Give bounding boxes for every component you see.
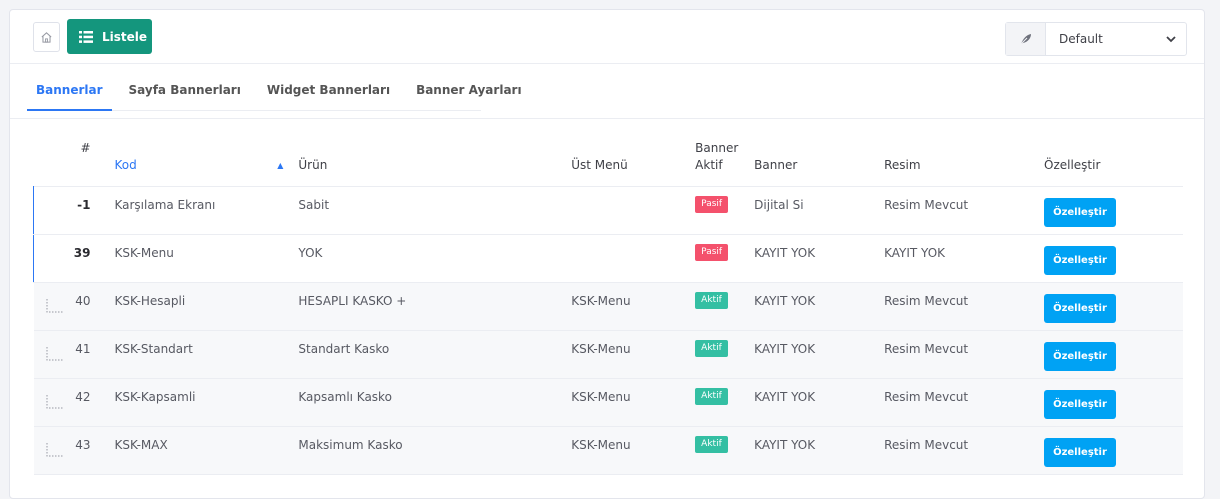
header-id[interactable]: # bbox=[71, 140, 114, 187]
header-resim[interactable]: Resim bbox=[884, 140, 1044, 187]
row-urun: YOK bbox=[298, 234, 572, 283]
row-ust-menu: KSK-Menu bbox=[571, 330, 696, 379]
customize-button[interactable]: Özelleştir bbox=[1044, 294, 1116, 323]
row-resim: Resim Mevcut bbox=[884, 378, 1044, 427]
header-banner-aktif-line1: Banner bbox=[695, 141, 739, 155]
row-banner: Dijital Si bbox=[754, 186, 885, 235]
tree-cell bbox=[33, 186, 72, 235]
row-kod: Karşılama Ekranı bbox=[114, 186, 299, 235]
row-banner: KAYIT YOK bbox=[754, 426, 885, 475]
tree-cell bbox=[33, 330, 72, 379]
table-row[interactable]: 39 KSK-Menu YOK Pasif KAYIT YOK KAYIT YO… bbox=[33, 234, 1183, 283]
customize-button[interactable]: Özelleştir bbox=[1044, 198, 1116, 227]
row-id: 40 bbox=[71, 282, 115, 331]
row-ust-menu: KSK-Menu bbox=[571, 282, 696, 331]
row-id: 39 bbox=[71, 234, 115, 283]
row-banner: KAYIT YOK bbox=[754, 282, 885, 331]
tree-branch-icon bbox=[46, 443, 63, 457]
row-id: 43 bbox=[71, 426, 115, 475]
tab-sayfa-bannerlari[interactable]: Sayfa Bannerları bbox=[120, 70, 250, 111]
header-banner[interactable]: Banner bbox=[754, 140, 884, 187]
list-button-label: Listele bbox=[102, 29, 148, 44]
header-tree bbox=[34, 140, 72, 187]
home-button[interactable] bbox=[33, 22, 60, 52]
list-icon bbox=[79, 30, 93, 43]
status-badge: Aktif bbox=[695, 388, 728, 405]
tab-banner-ayarlari[interactable]: Banner Ayarları bbox=[407, 70, 531, 111]
row-kod: KSK-Kapsamli bbox=[114, 378, 299, 427]
customize-button[interactable]: Özelleştir bbox=[1044, 390, 1116, 419]
row-kod: KSK-Standart bbox=[114, 330, 299, 379]
table-row[interactable]: 40 KSK-Hesapli HESAPLI KASKO + KSK-Menu … bbox=[33, 282, 1183, 331]
tree-branch-icon bbox=[46, 299, 63, 313]
header-ozellestir: Özelleştir bbox=[1044, 158, 1101, 172]
header-ust-menu[interactable]: Üst Menü bbox=[571, 140, 695, 187]
row-resim: KAYIT YOK bbox=[884, 234, 1044, 283]
tab-widget-bannerlari[interactable]: Widget Bannerları bbox=[258, 70, 399, 111]
feather-icon bbox=[1006, 23, 1046, 55]
row-banner: KAYIT YOK bbox=[754, 234, 885, 283]
row-banner: KAYIT YOK bbox=[754, 330, 885, 379]
customize-button[interactable]: Özelleştir bbox=[1044, 438, 1116, 467]
theme-select-value: Default bbox=[1059, 32, 1103, 46]
tab-bar: Bannerlar Sayfa Bannerları Widget Banner… bbox=[27, 70, 522, 111]
header-kod[interactable]: Kod ▲ bbox=[114, 140, 298, 187]
row-urun: Sabit bbox=[298, 186, 572, 235]
status-badge: Pasif bbox=[695, 244, 729, 261]
row-resim: Resim Mevcut bbox=[884, 282, 1044, 331]
theme-select[interactable]: Default bbox=[1005, 22, 1187, 56]
customize-button[interactable]: Özelleştir bbox=[1044, 246, 1116, 275]
row-resim: Resim Mevcut bbox=[884, 186, 1044, 235]
banner-table: # Kod ▲ Ürün Üst Menü Banner Aktif Banne… bbox=[33, 140, 1183, 475]
home-icon bbox=[41, 31, 52, 43]
tab-bannerlar[interactable]: Bannerlar bbox=[27, 70, 112, 111]
header-banner-aktif-line2: Aktif bbox=[695, 158, 723, 172]
status-badge: Pasif bbox=[695, 196, 729, 213]
list-button[interactable]: Listele bbox=[67, 19, 152, 54]
row-kod: KSK-Menu bbox=[114, 234, 299, 283]
tree-branch-icon bbox=[46, 347, 63, 361]
row-banner: KAYIT YOK bbox=[754, 378, 885, 427]
customize-button[interactable]: Özelleştir bbox=[1044, 342, 1116, 371]
status-badge: Aktif bbox=[695, 436, 728, 453]
row-ust-menu: KSK-Menu bbox=[571, 426, 696, 475]
header-urun[interactable]: Ürün bbox=[298, 140, 571, 187]
row-urun: Kapsamlı Kasko bbox=[298, 378, 572, 427]
sort-asc-icon: ▲ bbox=[277, 161, 284, 170]
table-row[interactable]: -1 Karşılama Ekranı Sabit Pasif Dijital … bbox=[33, 186, 1183, 235]
row-id: -1 bbox=[71, 186, 115, 235]
status-badge: Aktif bbox=[695, 340, 728, 357]
row-ust-menu bbox=[571, 234, 696, 283]
row-ust-menu bbox=[571, 186, 696, 235]
row-urun: Maksimum Kasko bbox=[298, 426, 572, 475]
table-row[interactable]: 42 KSK-Kapsamli Kapsamlı Kasko KSK-Menu … bbox=[33, 378, 1183, 427]
toolbar: Listele Default bbox=[10, 10, 1204, 64]
row-ust-menu: KSK-Menu bbox=[571, 378, 696, 427]
row-kod: KSK-Hesapli bbox=[114, 282, 299, 331]
header-kod-label: Kod bbox=[114, 158, 137, 172]
row-urun: HESAPLI KASKO + bbox=[298, 282, 572, 331]
row-id: 42 bbox=[71, 378, 115, 427]
table-row[interactable]: 43 KSK-MAX Maksimum Kasko KSK-Menu Aktif… bbox=[33, 426, 1183, 475]
table-row[interactable]: 41 KSK-Standart Standart Kasko KSK-Menu … bbox=[33, 330, 1183, 379]
tree-cell bbox=[33, 378, 72, 427]
chevron-down-icon bbox=[1166, 35, 1176, 42]
tree-cell bbox=[33, 426, 72, 475]
status-badge: Aktif bbox=[695, 292, 728, 309]
row-kod: KSK-MAX bbox=[114, 426, 299, 475]
row-urun: Standart Kasko bbox=[298, 330, 572, 379]
tree-cell bbox=[33, 234, 72, 283]
row-resim: Resim Mevcut bbox=[884, 330, 1044, 379]
content-card: Listele Default Bannerlar Sayfa Bannerla… bbox=[9, 9, 1205, 499]
tree-cell bbox=[33, 282, 72, 331]
row-id: 41 bbox=[71, 330, 115, 379]
header-banner-aktif[interactable]: Banner Aktif bbox=[695, 140, 754, 187]
table-header: # Kod ▲ Ürün Üst Menü Banner Aktif Banne… bbox=[33, 140, 1183, 187]
tree-branch-icon bbox=[46, 395, 63, 409]
row-resim: Resim Mevcut bbox=[884, 426, 1044, 475]
divider bbox=[10, 118, 1204, 119]
